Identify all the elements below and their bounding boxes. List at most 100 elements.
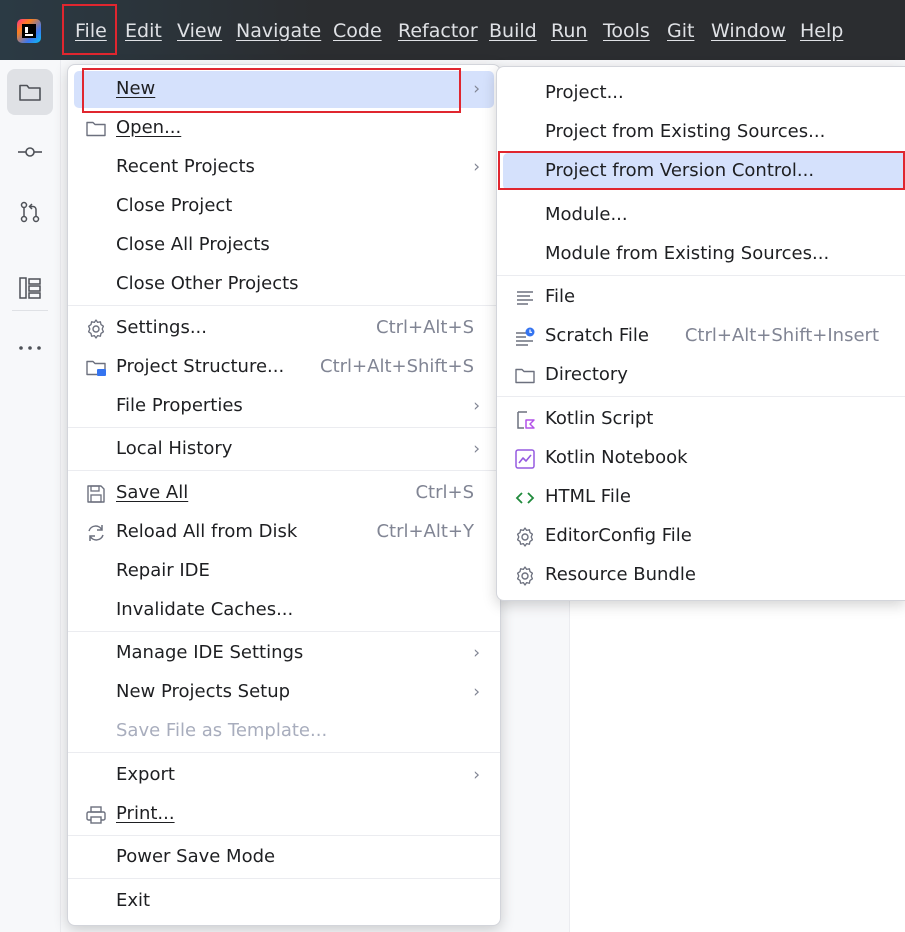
menu-item-label: File [545,286,576,307]
menu-separator [68,752,500,753]
menu-item-new-projects-setup[interactable]: New Projects Setup › [74,674,494,711]
menu-item-reload-all[interactable]: Reload All from Disk Ctrl+Alt+Y [74,514,494,551]
menu-item-print[interactable]: Print... [74,796,494,833]
menu-item-project-structure[interactable]: Project Structure... Ctrl+Alt+Shift+S [74,349,494,386]
menu-window[interactable]: Window [711,20,786,42]
menu-item-resource-bundle[interactable]: Resource Bundle [503,557,899,594]
menu-item-open[interactable]: Open... [74,110,494,147]
menu-item-label: Close Project [116,195,233,216]
menu-item-label: Manage IDE Settings [116,642,304,663]
menu-item-label: Resource Bundle [545,564,696,585]
menu-item-label: Scratch File [545,325,649,346]
chevron-right-icon: › [473,643,480,663]
menu-code[interactable]: Code [333,20,382,42]
commit-icon [18,147,42,157]
menu-item-save-all[interactable]: Save All Ctrl+S [74,475,494,512]
title-bar: File Edit View Navigate Code Refactor Bu… [0,0,905,60]
folder-icon [86,121,106,137]
menu-help[interactable]: Help [800,20,843,42]
vcs-item-highlight-box [498,151,905,190]
menu-git[interactable]: Git [667,20,694,42]
menu-item-label: Close All Projects [116,234,270,255]
file-menu-highlight-box [62,4,117,55]
menu-item-label: Project from Existing Sources... [545,121,826,142]
menu-item-close-other-projects[interactable]: Close Other Projects [74,266,494,303]
menu-item-scratch-file[interactable]: Scratch File Ctrl+Alt+Shift+Insert [503,318,899,355]
menu-item-editorconfig-file[interactable]: EditorConfig File [503,518,899,555]
chevron-right-icon: › [473,157,480,177]
folder-icon [19,84,41,101]
project-structure-icon [86,360,106,376]
menu-build[interactable]: Build [489,20,537,42]
text-file-icon [517,291,533,305]
menu-item-new-module[interactable]: Module... [503,197,899,234]
menu-separator [68,470,500,471]
menu-item-file-properties[interactable]: File Properties › [74,388,494,425]
menu-item-project-existing-sources[interactable]: Project from Existing Sources... [503,114,899,151]
menu-item-directory[interactable]: Directory [503,357,899,394]
menu-item-save-as-template: Save File as Template... [74,713,494,750]
menu-item-close-project[interactable]: Close Project [74,188,494,225]
file-menu-popup: New › Open... Recent Projects › Close Pr… [67,64,501,926]
editor-area [570,600,905,932]
chevron-right-icon: › [473,79,480,99]
menu-item-close-all-projects[interactable]: Close All Projects [74,227,494,264]
printer-icon [86,806,106,824]
shortcut-label: Ctrl+Alt+Y [376,521,474,542]
chevron-right-icon: › [473,396,480,416]
pull-requests-tool-button[interactable] [7,189,53,235]
menu-item-settings[interactable]: Settings... Ctrl+Alt+S [74,310,494,347]
menu-item-repair-ide[interactable]: Repair IDE [74,553,494,590]
menu-item-label: Directory [545,364,628,385]
menu-item-label: Open... [116,117,182,138]
menu-item-label: Print... [116,803,175,824]
menu-item-kotlin-notebook[interactable]: Kotlin Notebook [503,440,899,477]
menu-item-recent-projects[interactable]: Recent Projects › [74,149,494,186]
project-tool-button[interactable] [7,69,53,115]
menu-item-new-project[interactable]: Project... [503,75,899,112]
menu-item-label: Kotlin Script [545,408,654,429]
save-icon [87,485,105,503]
more-icon [19,346,41,350]
menu-item-new-file[interactable]: File [503,279,899,316]
menu-item-export[interactable]: Export › [74,757,494,794]
menu-item-manage-ide-settings[interactable]: Manage IDE Settings › [74,635,494,672]
menu-run[interactable]: Run [551,20,587,42]
menu-item-exit[interactable]: Exit [74,883,494,920]
menu-item-invalidate-caches[interactable]: Invalidate Caches... [74,592,494,629]
html-file-icon [515,492,535,504]
menu-item-power-save-mode[interactable]: Power Save Mode [74,839,494,876]
menu-separator [68,835,500,836]
menu-separator [497,275,905,276]
more-tool-button[interactable] [7,325,53,371]
shortcut-label: Ctrl+S [415,482,474,503]
menu-item-label: EditorConfig File [545,525,692,546]
menu-item-label: Save All [116,482,189,503]
menu-separator [68,305,500,306]
menu-tools[interactable]: Tools [603,20,650,42]
menu-item-label: Reload All from Disk [116,521,298,542]
intellij-logo-icon[interactable] [17,19,41,43]
menu-navigate[interactable]: Navigate [236,20,321,42]
menu-item-kotlin-script[interactable]: Kotlin Script [503,401,899,438]
menu-refactor[interactable]: Refactor [398,20,478,42]
menu-item-label: Repair IDE [116,560,210,581]
reload-icon [88,525,104,541]
menu-item-local-history[interactable]: Local History › [74,431,494,468]
kotlin-script-icon [517,411,535,429]
menu-item-label: HTML File [545,486,631,507]
menu-edit[interactable]: Edit [125,20,162,42]
chevron-right-icon: › [473,682,480,702]
menu-item-label: Export [116,764,175,785]
menu-item-html-file[interactable]: HTML File [503,479,899,516]
new-item-highlight-box [82,68,461,113]
menu-view[interactable]: View [177,20,222,42]
menu-item-label: Module... [545,204,628,225]
menu-item-module-existing-sources[interactable]: Module from Existing Sources... [503,236,899,273]
structure-tool-button[interactable] [7,265,53,311]
commit-tool-button[interactable] [7,129,53,175]
menu-item-label: File Properties [116,395,243,416]
new-submenu-popup: Project... Project from Existing Sources… [496,66,905,601]
shortcut-label: Ctrl+Alt+S [376,317,474,338]
menu-item-label: Kotlin Notebook [545,447,688,468]
